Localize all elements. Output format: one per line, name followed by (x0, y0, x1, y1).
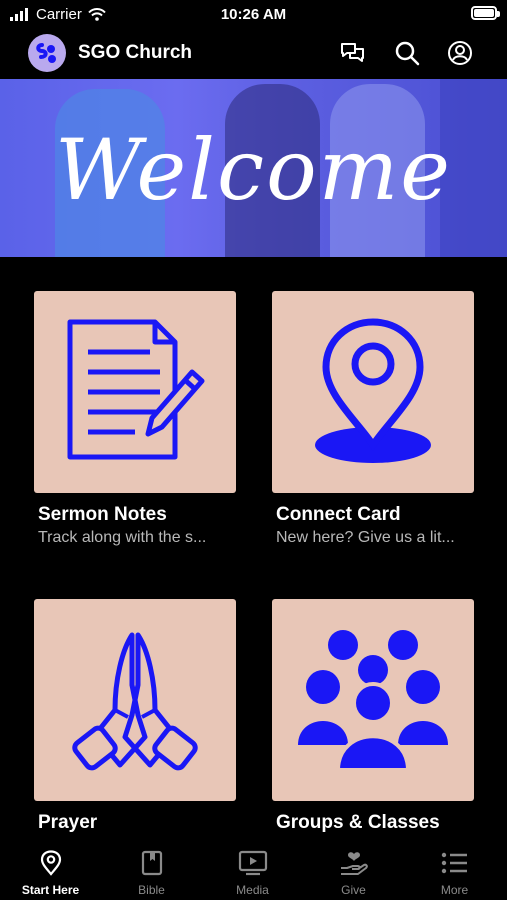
give-hand-icon (340, 852, 368, 875)
app-title: SGO Church (78, 42, 193, 63)
tile-groups-classes[interactable]: Groups & Classes (272, 599, 474, 837)
chat-icon[interactable] (338, 38, 368, 68)
status-time: 10:26 AM (220, 6, 287, 23)
status-bar: Carrier 10:26 AM (0, 0, 507, 30)
tile-image (34, 599, 236, 801)
tab-media[interactable]: Media (202, 840, 303, 900)
tab-start-here[interactable]: Start Here (0, 840, 101, 900)
tile-image (272, 291, 474, 493)
app-header: SGO Church (0, 32, 507, 78)
tile-image (34, 291, 236, 493)
tab-label: More (440, 883, 469, 897)
tab-label: Give (341, 883, 366, 897)
tile-sermon-notes[interactable]: Sermon Notes Track along with the s... (34, 291, 236, 547)
notes-icon (67, 319, 205, 460)
tile-subtitle: Track along with the s... (38, 529, 207, 546)
search-icon[interactable] (392, 38, 422, 68)
group-icon (298, 630, 448, 772)
play-screen-icon (238, 850, 267, 876)
tile-title: Prayer (38, 812, 98, 833)
account-icon[interactable] (445, 38, 475, 68)
church-logo[interactable] (28, 34, 66, 72)
tile-image (272, 599, 474, 801)
tab-give[interactable]: Give (303, 840, 404, 900)
tile-title: Groups & Classes (276, 812, 440, 833)
tab-bible[interactable]: Bible (101, 840, 202, 900)
praying-hands-icon (72, 632, 198, 771)
welcome-banner[interactable]: Welcome (0, 79, 507, 257)
tile-connect-card[interactable]: Connect Card New here? Give us a lit... (272, 291, 474, 547)
tile-subtitle: New here? Give us a lit... (276, 529, 455, 546)
location-pin-icon (40, 850, 61, 876)
location-pin-icon (315, 318, 431, 463)
tab-label: Start Here (21, 883, 80, 897)
book-icon (141, 850, 162, 876)
tab-label: Media (236, 883, 269, 897)
tab-more[interactable]: More (404, 840, 505, 900)
tile-title: Connect Card (276, 504, 401, 525)
battery-icon (471, 6, 500, 20)
tab-bar: Start Here Bible Media Give More (0, 840, 507, 900)
welcome-text: Welcome (54, 121, 453, 219)
tile-prayer[interactable]: Prayer (34, 599, 236, 837)
list-icon (441, 852, 467, 874)
tile-title: Sermon Notes (38, 504, 167, 525)
tab-label: Bible (138, 883, 165, 897)
